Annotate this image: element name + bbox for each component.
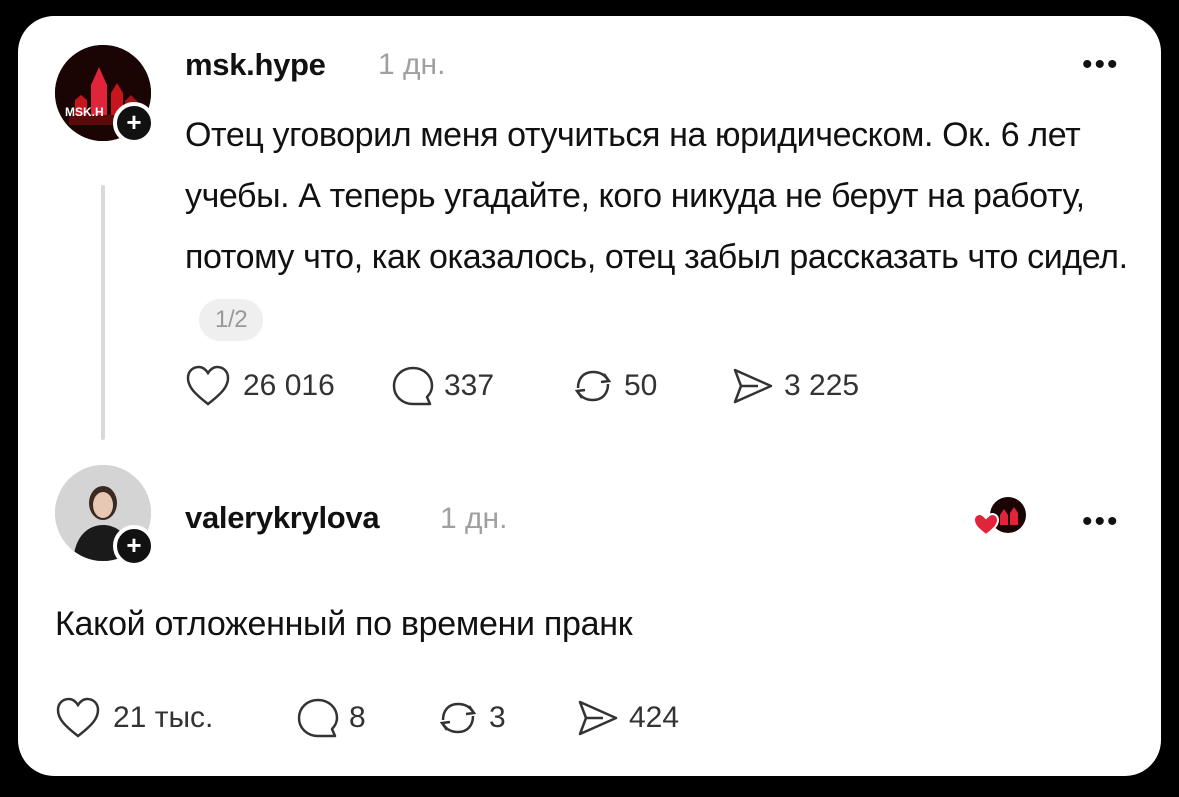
comment-button[interactable]: 337 (390, 364, 570, 408)
comment-button[interactable]: 8 (295, 696, 435, 740)
like-button[interactable]: 26 016 (185, 364, 390, 408)
repost-button[interactable]: 3 (435, 696, 575, 740)
post-timestamp: 1 дн. (378, 48, 446, 81)
share-button[interactable]: 424 (575, 696, 725, 740)
follow-plus-icon[interactable]: + (113, 525, 155, 567)
post-text: Отец уговорил меня отучиться на юридичес… (185, 116, 1128, 276)
share-icon (733, 368, 773, 404)
post-body: Отец уговорил меня отучиться на юридичес… (185, 105, 1145, 349)
pager-badge[interactable]: 1/2 (199, 299, 264, 342)
comment-icon (392, 366, 434, 406)
post-actions: 26 016 337 50 3 225 (185, 364, 900, 408)
follow-plus-icon[interactable]: + (113, 102, 155, 144)
repost-icon (439, 702, 477, 734)
author-liked-icon (972, 497, 1026, 537)
repost-icon (574, 370, 612, 402)
heart-icon (56, 697, 100, 738)
more-options-icon[interactable]: ••• (1082, 507, 1120, 537)
avatar-logo-text: MSK.H (65, 105, 104, 119)
share-count: 424 (629, 701, 680, 734)
heart-icon (186, 365, 230, 406)
share-button[interactable]: 3 225 (730, 364, 900, 408)
reply-timestamp: 1 дн. (440, 502, 508, 535)
repost-count: 3 (489, 701, 506, 734)
repost-count: 50 (624, 369, 658, 402)
repost-button[interactable]: 50 (570, 364, 730, 408)
comment-count: 8 (349, 701, 366, 734)
like-count: 26 016 (243, 369, 335, 402)
reply-username[interactable]: valerykrylova (185, 500, 380, 536)
more-options-icon[interactable]: ••• (1082, 50, 1120, 80)
comment-count: 337 (444, 369, 495, 402)
share-count: 3 225 (784, 369, 860, 402)
post-username[interactable]: msk.hype (185, 47, 326, 83)
share-icon (578, 700, 618, 736)
reply-actions: 21 тыс. 8 3 424 (55, 696, 725, 740)
reply-body: Какой отложенный по времени пранк (55, 605, 633, 643)
thread-connector-line (101, 185, 105, 440)
comment-icon (297, 698, 339, 738)
like-button[interactable]: 21 тыс. (55, 696, 295, 740)
like-count: 21 тыс. (113, 701, 214, 734)
